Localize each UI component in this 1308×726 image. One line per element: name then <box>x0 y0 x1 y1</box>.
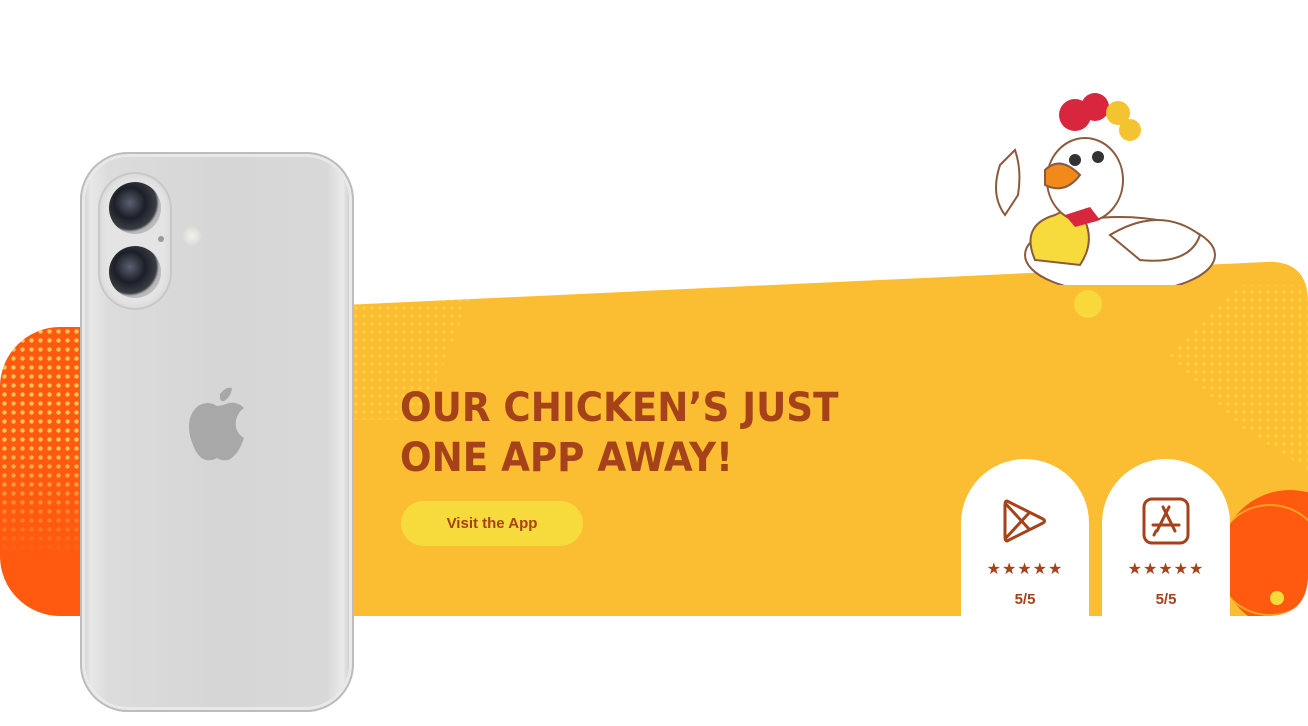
app-store-rating-card[interactable]: ★★★★★ 5/5 <box>1102 459 1230 616</box>
google-play-rating-card[interactable]: ★★★★★ 5/5 <box>961 459 1089 616</box>
camera-lens <box>109 246 161 298</box>
promo-headline: our chicken’s just one app away! <box>400 383 884 483</box>
camera-lens <box>109 182 161 234</box>
headline-line-2: one app away! <box>400 435 734 481</box>
flash-icon <box>182 226 202 246</box>
apple-logo-icon <box>189 387 244 461</box>
rating-value: 5/5 <box>1014 591 1036 608</box>
star-rating: ★★★★★ <box>986 561 1064 578</box>
app-store-icon <box>1142 497 1190 545</box>
phone-image <box>80 152 354 712</box>
headline-line-1: our chicken’s just <box>400 385 839 431</box>
rating-value: 5/5 <box>1155 591 1177 608</box>
chicken-mascot-illustration <box>995 93 1216 285</box>
app-promo-section: our chicken’s just one app away! Visit t… <box>0 0 1308 726</box>
visit-app-button[interactable]: Visit the App <box>401 501 583 546</box>
microphone-dot <box>158 236 164 242</box>
google-play-icon <box>1003 499 1046 543</box>
star-rating: ★★★★★ <box>1127 561 1205 578</box>
